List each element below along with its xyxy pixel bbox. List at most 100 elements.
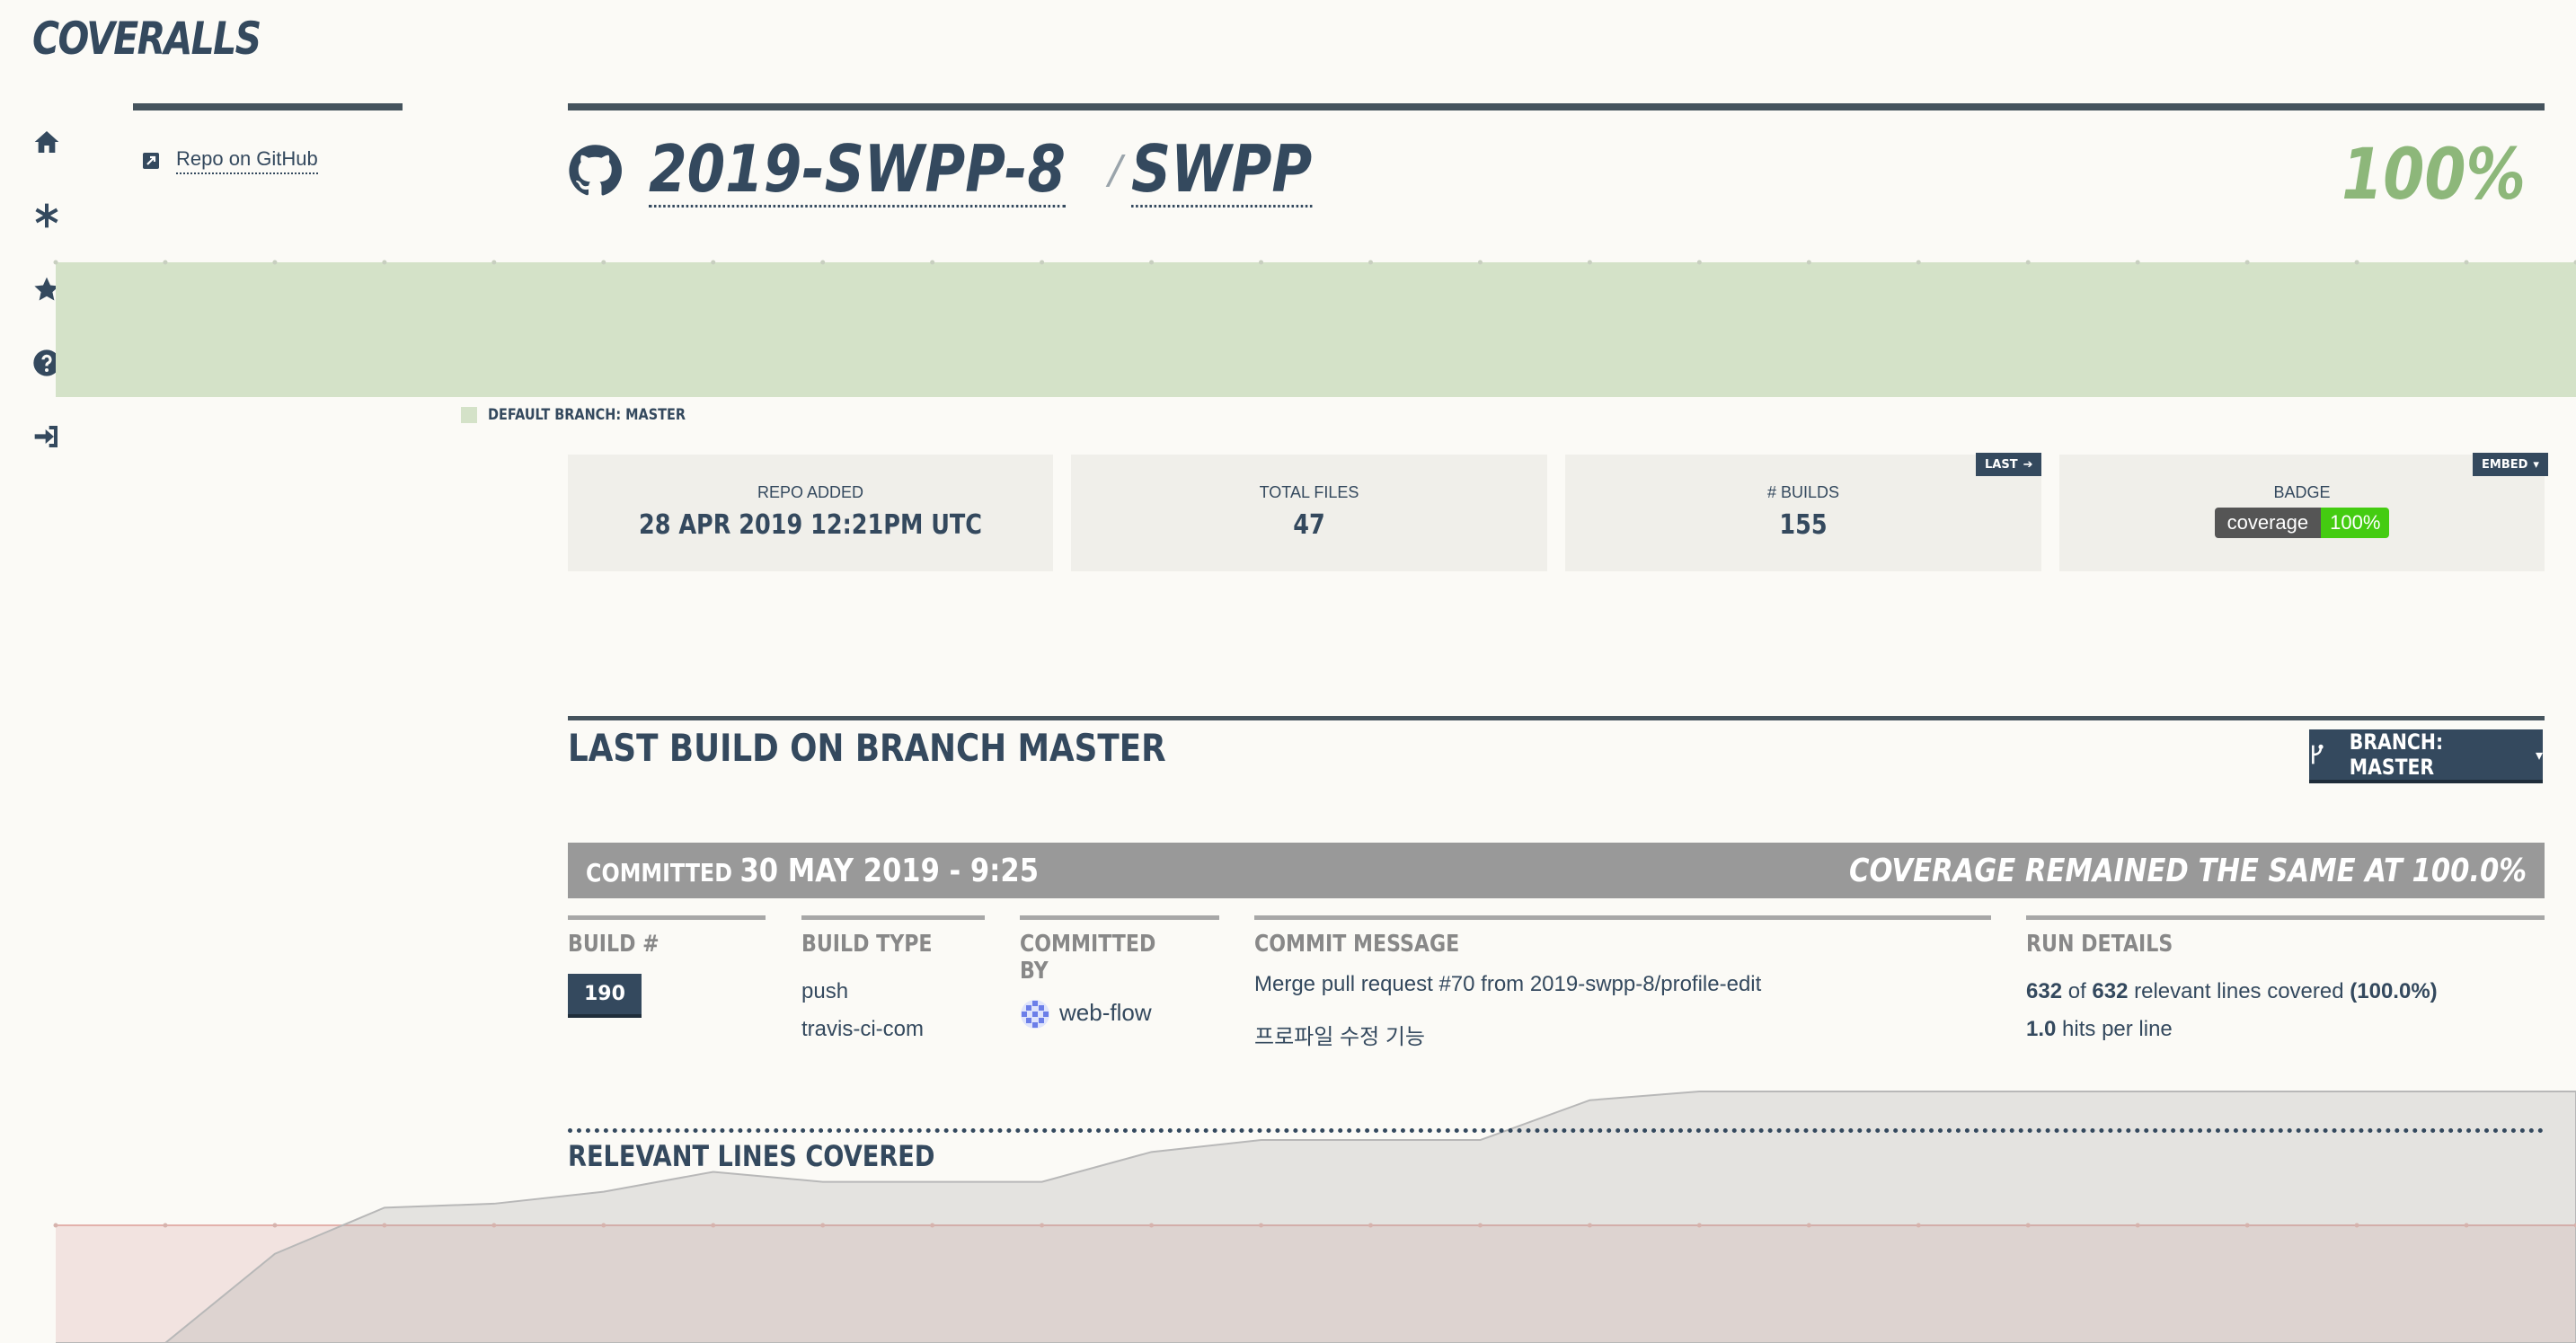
embed-label: EMBED [2482,457,2528,472]
stat-badge: BADGE coverage 100% [2059,455,2545,571]
last-build-button[interactable]: LAST ➔ [1976,453,2042,476]
coverage-point [272,260,278,265]
committed-date: 30 MAY 2019 - 9:25 [739,852,1039,889]
coverage-point [1149,260,1155,265]
committer[interactable]: web-flow [1020,999,1219,1029]
badge-left: coverage [2214,508,2322,538]
coverage-point [53,260,58,265]
relevant-lines-point [1587,1223,1592,1228]
column-header: BUILD # [568,931,659,958]
stat-label: # BUILDS [1766,483,1840,501]
coverage-point [2464,260,2469,265]
coverage-point [1916,260,1921,265]
relevant-lines-point [1259,1223,1264,1228]
branch-dropdown-label: BRANCH: MASTER [2350,729,2444,780]
chart-legend: DEFAULT BRANCH: MASTER [461,406,721,424]
coverage-change-summary: COVERAGE REMAINED THE SAME AT 100.0% [1849,852,2527,889]
column-rule [1254,915,1991,920]
section-rule [568,716,2545,720]
coverage-point [1477,260,1483,265]
committed-by-column: COMMITTED BY web-flow [1020,915,1219,1029]
covered-lines: 632 [2026,979,2063,1003]
relevant-lines-point [1040,1223,1045,1228]
relevant-lines-point [1916,1223,1921,1228]
relevant-lines-point [1806,1223,1811,1228]
relevant-lines-point [601,1223,606,1228]
legend-swatch [461,407,477,423]
committer-avatar [1021,1000,1049,1029]
column-header: COMMITTED BY [1020,931,1156,985]
build-number-badge[interactable]: 190 [568,974,642,1014]
stat-value: 47 [1293,509,1325,541]
column-header: RUN DETAILS [2026,931,2173,958]
relevant-lines-point [820,1223,826,1228]
branch-dropdown-button[interactable]: BRANCH: MASTER ▾ [2309,729,2543,780]
coverage-point [2135,260,2140,265]
column-rule [2026,915,2545,920]
relevant-lines-point [2244,1223,2250,1228]
committer-name: web-flow [1059,999,1152,1026]
stat-label: BADGE [2273,483,2331,501]
commit-bar: COMMITTED 30 MAY 2019 - 9:25 COVERAGE RE… [568,843,2545,898]
relevant-lines-point [1149,1223,1155,1228]
total-lines: 632 [2092,979,2129,1003]
stat-label: TOTAL FILES [1259,483,1359,501]
relevant-lines-point [930,1223,935,1228]
coverage-point [1259,260,1264,265]
stat-label: REPO ADDED [757,483,864,501]
coverage-chart [53,260,2576,1343]
relevant-lines-point [711,1223,716,1228]
coverage-point [1040,260,1045,265]
commit-message-line-2: 프로파일 수정 기능 [1254,1025,1425,1049]
commit-message-line-1: Merge pull request #70 from 2019-swpp-8/… [1254,972,1762,996]
column-header: COMMIT MESSAGE [1254,931,1460,958]
arrow-right-icon: ➔ [2023,457,2033,472]
of-label: of [2067,979,2086,1003]
relevant-lines-point [2025,1223,2031,1228]
hits-value: 1.0 [2026,1017,2057,1041]
relevant-lines-point [2135,1223,2140,1228]
coverage-point [2244,260,2250,265]
embed-button[interactable]: EMBED ▾ [2473,453,2548,476]
relevant-lines-point [2354,1223,2359,1228]
coverage-point [930,260,935,265]
relevant-lines-point [2464,1223,2469,1228]
build-service-value: travis-ci-com [801,1017,924,1041]
coverage-point [711,260,716,265]
column-header: BUILD TYPE [801,931,933,958]
coverage-point [1806,260,1811,265]
coverage-point [382,260,387,265]
coverage-point [601,260,606,265]
stat-builds: # BUILDS 155 [1565,455,2041,571]
coverage-point [1696,260,1702,265]
run-details-hits: 1.0 hits per line [2026,1017,2545,1042]
run-details-column: RUN DETAILS 632 of 632 relevant lines co… [2026,915,2545,1042]
column-rule [1020,915,1219,920]
relevant-lines-point [382,1223,387,1228]
last-build-label: LAST [1985,457,2018,472]
relevant-lines-point [1696,1223,1702,1228]
build-type-column: BUILD TYPE push travis-ci-com [801,915,985,1042]
stat-value: 155 [1779,509,1828,541]
relevant-lines-point [1368,1223,1373,1228]
relevant-lines-point [491,1223,497,1228]
build-type-value: push [801,979,849,1003]
coverage-point [163,260,168,265]
last-build-title: LAST BUILD ON BRANCH MASTER [568,726,1166,770]
column-rule [568,915,766,920]
coverage-point [1587,260,1592,265]
hits-label: hits per line [2062,1017,2173,1041]
relevant-lines-rule [568,1128,2545,1133]
coverage-point [1368,260,1373,265]
stat-repo-added: REPO ADDED 28 APR 2019 12:21PM UTC [568,455,1053,571]
coverage-badge[interactable]: coverage 100% [2214,508,2390,538]
relevant-lines-point [53,1223,58,1228]
relevant-lines-point [163,1223,168,1228]
caret-down-icon: ▾ [2535,746,2543,764]
coverage-point [491,260,497,265]
run-details-covered: 632 of 632 relevant lines covered (100.0… [2026,979,2545,1004]
badge-right: 100% [2321,508,2390,538]
column-rule [801,915,985,920]
coverage-point [2354,260,2359,265]
covered-percentage: (100.0%) [2350,979,2438,1003]
